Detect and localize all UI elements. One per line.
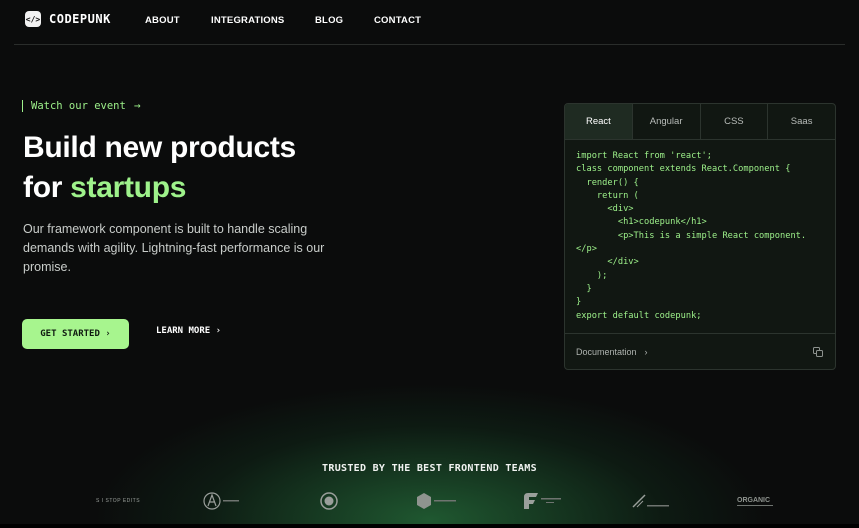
partner-logos: S I STOP EDITS ORGANIC (0, 488, 859, 514)
hero-title-line1: Build new products (23, 131, 296, 164)
event-label: Watch our event (31, 99, 126, 112)
a-circle-logo (203, 488, 241, 514)
code-card-footer: Documentation › (565, 333, 835, 369)
copy-icon[interactable] (813, 347, 823, 357)
stop-edits-logo-text: S I STOP EDITS (96, 498, 141, 504)
top-nav: </> CODEPUNK ABOUT INTEGRATIONS BLOG CON… (0, 0, 859, 44)
swoosh-logo (631, 488, 671, 514)
chevron-right-icon: › (644, 347, 648, 357)
hero-subtitle: Our framework component is built to hand… (23, 222, 325, 274)
crest-icon (320, 492, 338, 510)
watch-event-link[interactable]: Watch our event → (22, 99, 140, 112)
nav-divider (14, 44, 845, 45)
crest-logo (320, 488, 338, 514)
organic-logo: ORGANIC (737, 488, 773, 514)
hero-title: Build new products for startups (23, 128, 296, 208)
nav-contact[interactable]: CONTACT (374, 15, 421, 26)
trusted-heading: TRUSTED BY THE BEST FRONTEND TEAMS (322, 463, 537, 474)
tab-css[interactable]: CSS (701, 104, 769, 139)
cube-logo (416, 488, 458, 514)
nav-integrations[interactable]: INTEGRATIONS (211, 15, 284, 26)
organic-logo-underline (737, 504, 773, 506)
arrow-right-icon: → (133, 99, 141, 112)
nav-blog[interactable]: BLOG (315, 15, 343, 26)
f-logo (522, 488, 564, 514)
organic-logo-text: ORGANIC (737, 496, 771, 504)
tab-saas[interactable]: Saas (768, 104, 835, 139)
tab-react[interactable]: React (565, 104, 633, 139)
hero-title-highlight: startups (70, 171, 187, 204)
get-started-button[interactable]: GET STARTED › (22, 319, 129, 349)
bottom-edge (0, 524, 859, 528)
hero-title-prefix: for (23, 171, 71, 204)
code-tabs: React Angular CSS Saas (565, 104, 835, 140)
code-snippet: import React from 'react'; class compone… (576, 151, 807, 321)
swoosh-icon (632, 494, 669, 508)
tab-angular[interactable]: Angular (633, 104, 701, 139)
code-card: React Angular CSS Saas import React from… (564, 103, 836, 370)
documentation-label: Documentation (576, 347, 637, 357)
documentation-link[interactable]: Documentation › (576, 347, 648, 357)
cube-icon (417, 493, 456, 509)
brand-name: CODEPUNK (49, 12, 111, 26)
nav-about[interactable]: ABOUT (145, 15, 180, 26)
brand[interactable]: </> CODEPUNK (25, 11, 111, 27)
code-logo-icon: </> (25, 11, 41, 27)
learn-more-button[interactable]: LEARN MORE › (156, 326, 221, 336)
a-circle-icon (203, 492, 239, 510)
event-accent-bar (22, 99, 23, 112)
stop-edits-logo: S I STOP EDITS (96, 488, 140, 514)
f-mark-icon (524, 493, 561, 509)
